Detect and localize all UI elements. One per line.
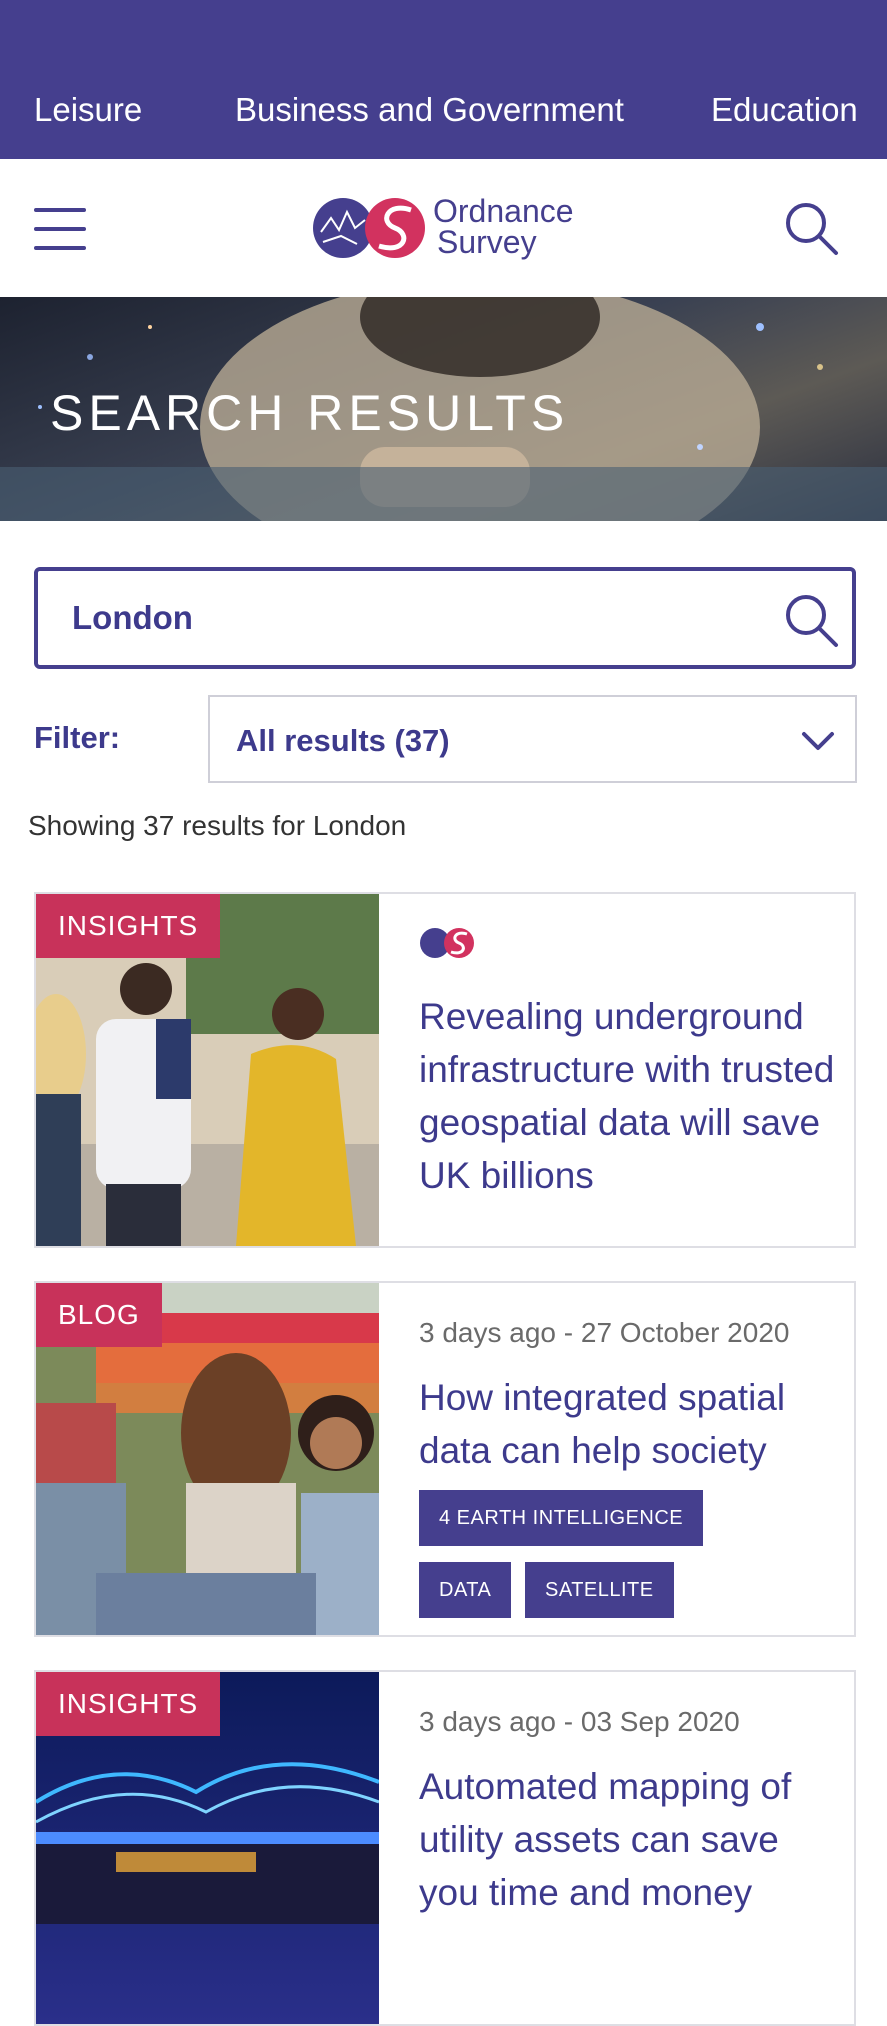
site-header: Ordnance Survey	[0, 159, 887, 297]
category-tag: BLOG	[36, 1283, 162, 1347]
logo-text-ordnance: Ordnance	[433, 193, 574, 229]
menu-icon[interactable]	[34, 208, 86, 250]
result-card[interactable]: INSIGHTS Revealing underground infrastru…	[34, 892, 856, 1248]
result-date: 3 days ago - 27 October 2020	[419, 1317, 790, 1348]
ordnance-survey-logo[interactable]: Ordnance Survey	[313, 192, 583, 264]
os-logo-icon	[420, 928, 474, 958]
search-submit-icon[interactable]	[784, 593, 840, 649]
chip-4-earth-intelligence[interactable]: 4 EARTH INTELLIGENCE	[419, 1490, 704, 1546]
page-title: SEARCH RESULTS	[50, 385, 570, 441]
nav-link-leisure[interactable]: Leisure	[34, 90, 142, 130]
filter-dropdown[interactable]: All results (37)	[208, 695, 857, 783]
nav-link-education[interactable]: Education	[711, 90, 858, 130]
results-summary: Showing 37 results for London	[28, 810, 407, 841]
result-card[interactable]: INSIGHTS 3 days ago - 03 Sep 2020 Automa…	[34, 1670, 856, 2026]
result-image: BLOG	[36, 1283, 379, 1635]
result-title[interactable]: Revealing underground infrastructure wit…	[419, 990, 839, 1202]
search-icon[interactable]	[784, 201, 840, 257]
nav-link-business-government[interactable]: Business and Government	[235, 90, 624, 130]
os-logo-icon	[313, 198, 425, 258]
result-image: INSIGHTS	[36, 894, 379, 1246]
result-card[interactable]: BLOG 3 days ago - 27 October 2020 How in…	[34, 1281, 856, 1637]
result-title[interactable]: Automated mapping of utility assets can …	[419, 1760, 839, 1919]
category-tag: INSIGHTS	[36, 894, 221, 958]
logo-text: Ordnance Survey	[433, 193, 574, 260]
top-navigation: Leisure Business and Government Educatio…	[0, 0, 887, 159]
filter-selected-value: All results (37)	[236, 723, 450, 758]
chip-satellite[interactable]: SATELLITE	[525, 1562, 674, 1618]
result-image: INSIGHTS	[36, 1672, 379, 2024]
result-title[interactable]: How integrated spatial data can help soc…	[419, 1371, 839, 1477]
category-tag: INSIGHTS	[36, 1672, 221, 1736]
chevron-down-icon	[802, 732, 834, 750]
search-input-value: London	[72, 599, 193, 636]
result-date: 3 days ago - 03 Sep 2020	[419, 1706, 740, 1737]
search-input[interactable]: London	[34, 567, 856, 669]
logo-text-survey: Survey	[437, 224, 537, 260]
hero-banner: SEARCH RESULTS	[0, 297, 887, 521]
filter-label: Filter:	[34, 720, 121, 755]
chip-data[interactable]: DATA	[419, 1562, 512, 1618]
